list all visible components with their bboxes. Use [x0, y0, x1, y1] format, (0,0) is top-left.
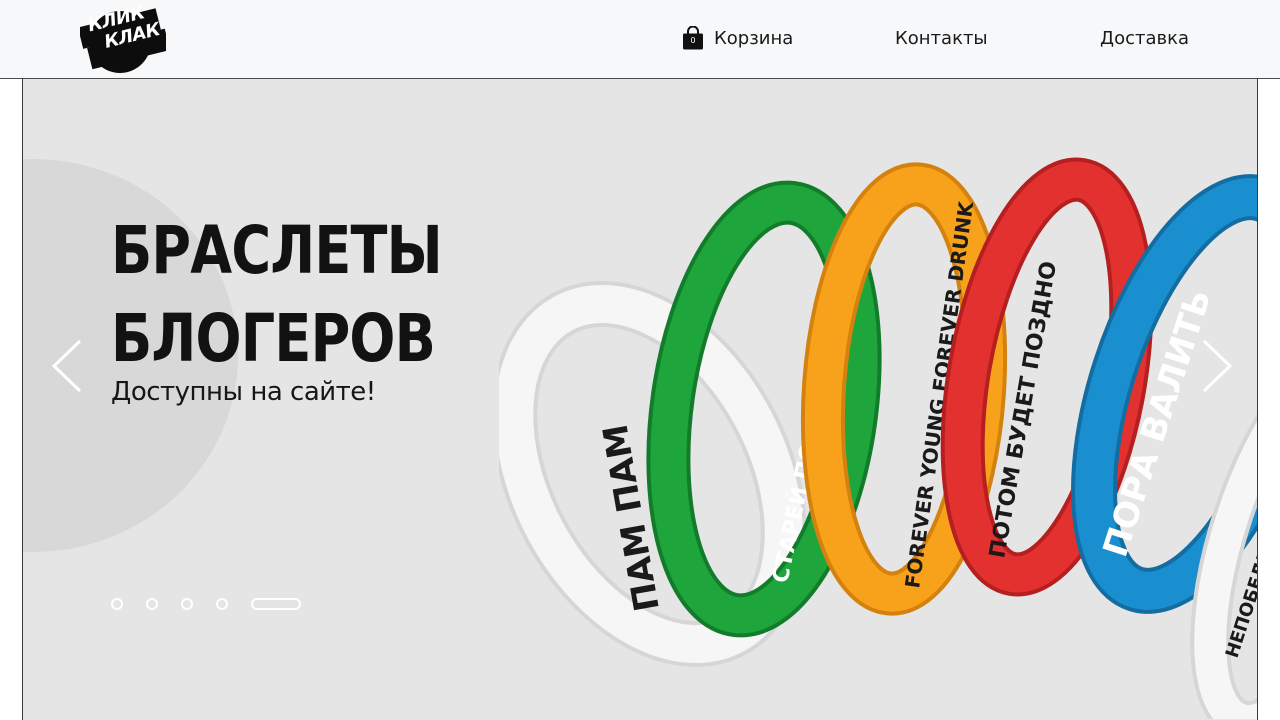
bracelets-image: ПАМ ПАМ СТАРЕЙ ПОКА МОЛОДОЙ FOREVER YOUN…	[499, 157, 1257, 719]
nav-cart-label: Корзина	[714, 28, 794, 49]
logo[interactable]: КЛИК КЛАК	[77, 2, 171, 75]
hero-subtitle: Доступны на сайте!	[111, 377, 376, 407]
slider-next-button[interactable]	[1195, 336, 1235, 396]
hero-title: БРАСЛЕТЫ БЛОГЕРОВ	[111, 207, 443, 383]
slider-prev-button[interactable]	[49, 336, 89, 396]
chevron-left-icon	[51, 339, 82, 393]
chevron-right-icon	[1202, 339, 1233, 393]
nav-cart-link[interactable]: 0 Корзина	[682, 26, 793, 52]
hero-title-line1: БРАСЛЕТЫ	[111, 212, 443, 289]
slider-dot-3[interactable]	[181, 598, 193, 610]
shopping-bag-icon: 0	[682, 26, 704, 50]
slider-dot-5-active[interactable]	[251, 598, 301, 610]
cart-count-badge: 0	[690, 36, 696, 45]
nav-delivery-link[interactable]: Доставка	[1100, 26, 1189, 52]
nav-contacts-link[interactable]: Контакты	[895, 26, 988, 52]
slider-dot-1[interactable]	[111, 598, 123, 610]
site-header: КЛИК КЛАК 0 Корзина Контакты Доставка	[0, 0, 1280, 79]
hero-slider: ПАМ ПАМ СТАРЕЙ ПОКА МОЛОДОЙ FOREVER YOUN…	[22, 79, 1258, 720]
slider-dot-4[interactable]	[216, 598, 228, 610]
hero-title-line2: БЛОГЕРОВ	[111, 300, 436, 377]
slider-dot-2[interactable]	[146, 598, 158, 610]
